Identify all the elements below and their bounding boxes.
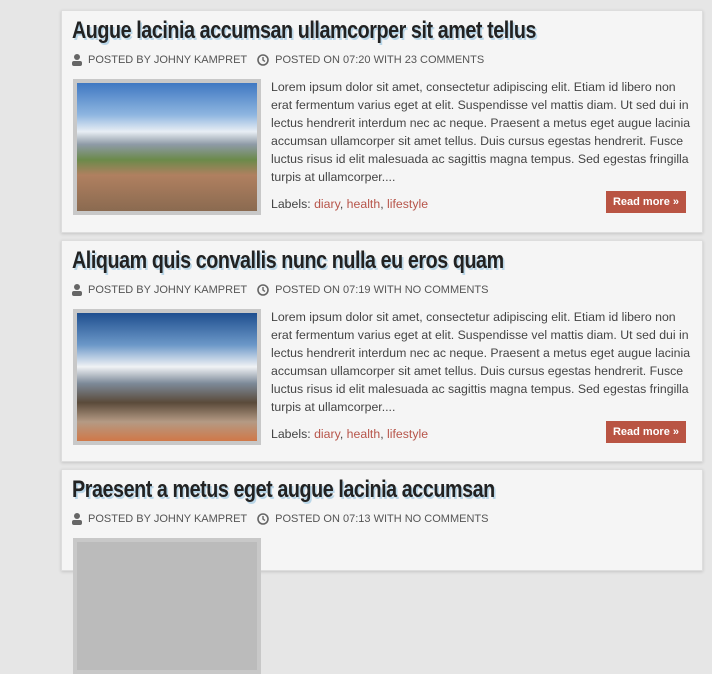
post-excerpt: Lorem ipsum dolor sit amet, consectetur … bbox=[271, 310, 691, 414]
post-1: Augue lacinia accumsan ullamcorper sit a… bbox=[61, 10, 703, 233]
post-date: POSTED ON 07:19 WITH NO COMMENTS bbox=[275, 284, 489, 296]
labels-prefix: Labels: bbox=[271, 427, 311, 441]
clock-icon bbox=[257, 513, 269, 525]
post-date: POSTED ON 07:13 WITH NO COMMENTS bbox=[275, 513, 489, 525]
post-author: POSTED BY JOHNY KAMPRET bbox=[88, 54, 248, 66]
user-icon bbox=[72, 54, 82, 66]
post-meta: POSTED BY JOHNY KAMPRET POSTED ON 07:13 … bbox=[72, 513, 488, 525]
clock-icon bbox=[257, 54, 269, 66]
post-labels: Labels: diary, health, lifestyle bbox=[271, 427, 429, 441]
read-more-button[interactable]: Read more » bbox=[605, 191, 686, 213]
label-link[interactable]: lifestyle bbox=[387, 197, 428, 211]
clock-icon bbox=[257, 284, 269, 296]
post-author: POSTED BY JOHNY KAMPRET bbox=[88, 284, 248, 296]
post-3: Praesent a metus eget augue lacinia accu… bbox=[61, 469, 703, 674]
read-more-button[interactable]: Read more » bbox=[605, 421, 686, 443]
post-excerpt: Lorem ipsum dolor sit amet, consectetur … bbox=[271, 80, 691, 184]
post-thumbnail[interactable] bbox=[73, 538, 261, 674]
label-link[interactable]: lifestyle bbox=[387, 427, 428, 441]
post-thumbnail[interactable] bbox=[73, 79, 261, 215]
label-link[interactable]: diary bbox=[314, 427, 340, 441]
post-meta: POSTED BY JOHNY KAMPRET POSTED ON 07:20 … bbox=[72, 54, 484, 66]
post-date: POSTED ON 07:20 WITH 23 COMMENTS bbox=[275, 54, 485, 66]
post-thumbnail[interactable] bbox=[73, 309, 261, 445]
user-icon bbox=[72, 284, 82, 296]
post-author: POSTED BY JOHNY KAMPRET bbox=[88, 513, 248, 525]
label-link[interactable]: health bbox=[347, 197, 381, 211]
labels-prefix: Labels: bbox=[271, 197, 311, 211]
post-2: Aliquam quis convallis nunc nulla eu ero… bbox=[61, 240, 703, 462]
post-labels: Labels: diary, health, lifestyle bbox=[271, 197, 429, 211]
post-title[interactable]: Praesent a metus eget augue lacinia accu… bbox=[72, 476, 495, 504]
user-icon bbox=[72, 513, 82, 525]
post-meta: POSTED BY JOHNY KAMPRET POSTED ON 07:19 … bbox=[72, 284, 488, 296]
post-title[interactable]: Aliquam quis convallis nunc nulla eu ero… bbox=[72, 247, 504, 275]
label-link[interactable]: diary bbox=[314, 197, 340, 211]
label-link[interactable]: health bbox=[347, 427, 381, 441]
post-title[interactable]: Augue lacinia accumsan ullamcorper sit a… bbox=[72, 17, 536, 45]
